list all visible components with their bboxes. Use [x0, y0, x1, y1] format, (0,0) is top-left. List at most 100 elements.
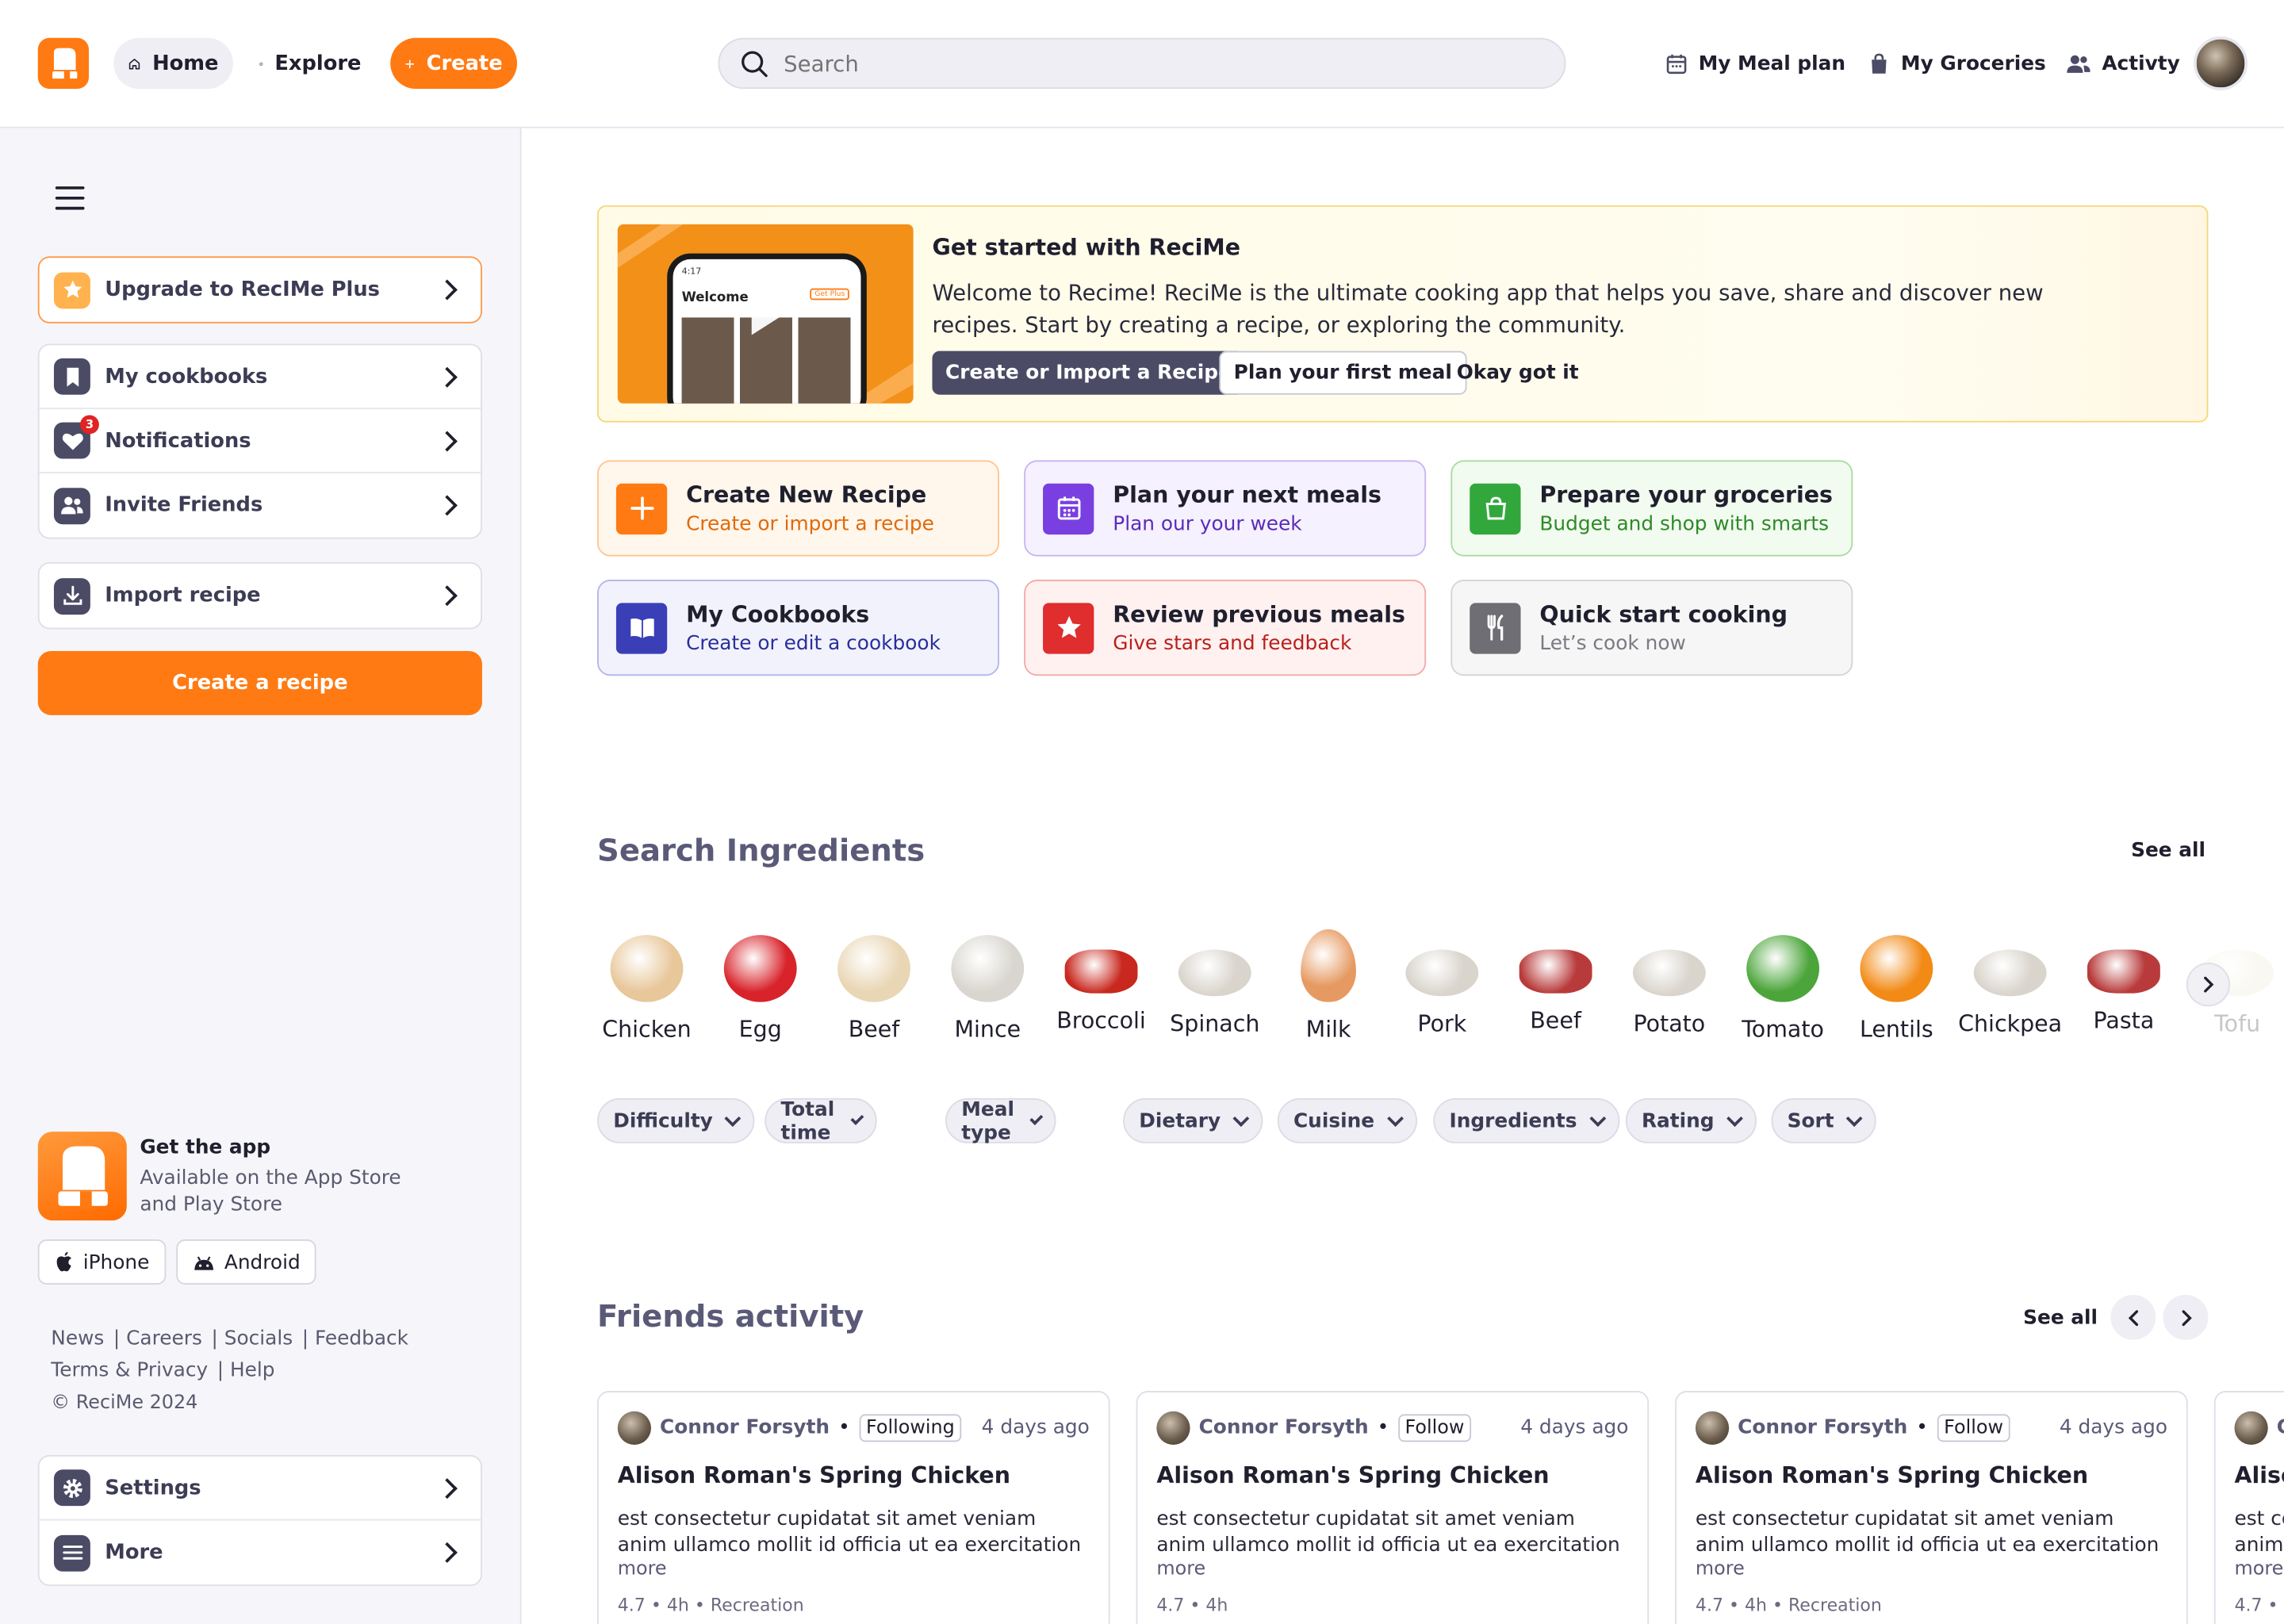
footer-link-feedback[interactable]: Feedback — [315, 1327, 408, 1350]
quick-card-review-meals[interactable]: Review previous meals Give stars and feed… — [1024, 580, 1427, 676]
chevron-down-icon — [1845, 1109, 1863, 1127]
iphone-button[interactable]: iPhone — [37, 1239, 166, 1285]
more-link[interactable]: more — [1156, 1558, 1628, 1580]
upgrade-card[interactable]: Upgrade to RecIMe Plus — [37, 256, 482, 324]
menu-toggle-icon[interactable] — [55, 186, 85, 210]
ingredient-item[interactable]: Spinach — [1159, 926, 1270, 1037]
ingredient-item[interactable]: Egg — [705, 926, 816, 1043]
friend-name[interactable]: Connor Forsyth — [1199, 1415, 1369, 1438]
filter-ingredients[interactable]: Ingredients — [1433, 1097, 1619, 1143]
activity-link[interactable]: Activty — [2065, 38, 2180, 89]
search-icon — [742, 50, 768, 77]
ingredient-item[interactable]: Chickpea — [1955, 926, 2066, 1037]
friend-name[interactable]: Connor Forsyth — [1738, 1415, 1907, 1438]
gear-icon — [53, 1469, 90, 1507]
filter-label: Cuisine — [1293, 1109, 1375, 1133]
nav-home[interactable]: Home — [113, 37, 233, 90]
ingredient-item[interactable]: Beef — [1500, 926, 1611, 1034]
create-import-recipe-button[interactable]: Create or Import a Recipe — [932, 350, 1245, 395]
my-groceries-link[interactable]: My Groceries — [1868, 38, 2046, 89]
star-icon — [1043, 602, 1094, 653]
ingredient-item[interactable]: Lentils — [1841, 926, 1953, 1043]
ingredient-item[interactable]: Chicken — [592, 926, 703, 1043]
follow-button[interactable]: Following — [858, 1413, 962, 1442]
sidebar-item-more[interactable]: More — [40, 1521, 481, 1585]
welcome-video-thumbnail[interactable]: 4:17 Welcome Get Plus — [617, 224, 914, 404]
search-input[interactable] — [784, 50, 1512, 77]
friend-activity-card[interactable]: Connor Forsyth•Follow4 days agoAlison Ro… — [2213, 1391, 2284, 1624]
filter-dietary[interactable]: Dietary — [1123, 1097, 1263, 1143]
import-recipe-card[interactable]: Import recipe — [37, 561, 482, 630]
android-button[interactable]: Android — [176, 1239, 316, 1285]
sidebar-item-invite-friends[interactable]: Invite Friends — [40, 473, 481, 538]
ingredient-item[interactable]: Mince — [932, 926, 1043, 1043]
footer-link-news[interactable]: News — [51, 1327, 104, 1350]
utensils-icon — [1470, 602, 1521, 653]
ingredient-name: Chickpea — [1958, 1010, 2063, 1037]
more-link[interactable]: more — [2234, 1558, 2283, 1580]
sidebar-item-notifications[interactable]: 3 Notifications — [39, 409, 481, 473]
recipe-title[interactable]: Alison Roman's Spring Chicken — [1156, 1462, 1628, 1488]
video-time: 4:17 — [681, 266, 702, 277]
recipe-title[interactable]: Alison Roman's Spring Chicken — [618, 1462, 1090, 1488]
quick-card-cookbooks[interactable]: My Cookbooks Create or edit a cookbook — [597, 580, 999, 676]
search-bar[interactable] — [718, 37, 1566, 90]
sidebar-item-import-recipe[interactable]: Import recipe — [40, 564, 481, 628]
friend-name[interactable]: Connor Forsyth — [660, 1415, 830, 1438]
quick-card-create-recipe[interactable]: Create New Recipe Create or import a reci… — [597, 460, 999, 557]
follow-button[interactable]: Follow — [1397, 1413, 1472, 1442]
avatar[interactable] — [1156, 1410, 1190, 1445]
ingredient-name: Spinach — [1170, 1010, 1260, 1037]
filter-difficulty[interactable]: Difficulty — [597, 1097, 756, 1143]
friends-prev-button[interactable] — [2110, 1294, 2156, 1340]
nav-explore[interactable]: Explore — [245, 38, 376, 89]
create-recipe-button[interactable]: Create a recipe — [37, 651, 482, 715]
filter-cuisine[interactable]: Cuisine — [1277, 1097, 1417, 1143]
video-tag: Get Plus — [810, 288, 849, 301]
footer-link-help[interactable]: Help — [230, 1359, 275, 1382]
avatar[interactable] — [1695, 1410, 1730, 1445]
sidebar-item-my-cookbooks[interactable]: My cookbooks — [39, 345, 481, 410]
ingredient-item[interactable]: Tomato — [1727, 926, 1838, 1043]
recipe-title[interactable]: Alison Roman's Spring Chicken — [1696, 1462, 2167, 1488]
ingredient-item[interactable]: Beef — [818, 926, 929, 1043]
sidebar-item-settings[interactable]: Settings — [39, 1457, 481, 1521]
play-icon[interactable] — [751, 294, 784, 335]
friends-next-button[interactable] — [2163, 1294, 2209, 1340]
okay-got-it-button[interactable]: Okay got it — [1443, 351, 1592, 395]
quick-card-groceries[interactable]: Prepare your groceries Budget and shop wi… — [1450, 460, 1853, 557]
upgrade-row[interactable]: Upgrade to RecIMe Plus — [40, 258, 481, 322]
ingredient-item[interactable]: Pork — [1387, 926, 1498, 1037]
footer-link-careers[interactable]: Careers — [126, 1327, 202, 1350]
more-link[interactable]: more — [618, 1558, 1090, 1580]
filter-rating[interactable]: Rating — [1625, 1097, 1757, 1143]
ingredient-item[interactable]: Potato — [1614, 926, 1725, 1037]
ingredient-item[interactable]: Milk — [1273, 926, 1384, 1043]
friend-activity-card[interactable]: Connor Forsyth•Follow4 days agoAlison Ro… — [1136, 1391, 1650, 1624]
friend-activity-card[interactable]: Connor Forsyth•Follow4 days agoAlison Ro… — [1675, 1391, 2188, 1624]
filter-total-time[interactable]: Total time — [765, 1097, 877, 1144]
ingredient-item[interactable]: Pasta — [2068, 926, 2179, 1034]
friend-name[interactable]: Connor Forsyth — [2277, 1415, 2284, 1438]
footer-link-terms[interactable]: Terms & Privacy — [51, 1359, 208, 1382]
user-avatar[interactable] — [2194, 36, 2248, 90]
recipe-title[interactable]: Alison Roman's Spring Chicken — [2234, 1462, 2283, 1488]
ingredients-see-all-link[interactable]: See all — [2131, 839, 2205, 862]
quick-card-quick-cooking[interactable]: Quick start cooking Let’s cook now — [1450, 580, 1853, 676]
more-link[interactable]: more — [1696, 1558, 2167, 1580]
footer-link-socials[interactable]: Socials — [224, 1327, 293, 1350]
avatar[interactable] — [617, 1410, 652, 1445]
avatar[interactable] — [2234, 1410, 2268, 1445]
plan-first-meal-button[interactable]: Plan your first meal — [1219, 350, 1467, 395]
filter-sort[interactable]: Sort — [1771, 1097, 1876, 1143]
ingredient-item[interactable]: Broccoli — [1046, 926, 1157, 1034]
my-meal-plan-link[interactable]: My Meal plan — [1665, 38, 1845, 89]
nav-create-button[interactable]: Create — [390, 37, 518, 90]
recime-logo[interactable] — [37, 37, 90, 90]
quick-card-plan-meals[interactable]: Plan your next meals Plan our your week — [1024, 460, 1427, 557]
friend-activity-card[interactable]: Connor Forsyth • Following 4 days ago Alison… — [597, 1391, 1110, 1624]
ingredients-scroll-right-button[interactable] — [2186, 963, 2230, 1007]
filter-meal-type[interactable]: Meal type — [945, 1097, 1057, 1144]
friends-see-all-link[interactable]: See all — [2023, 1307, 2098, 1330]
follow-button[interactable]: Follow — [1936, 1413, 2011, 1442]
